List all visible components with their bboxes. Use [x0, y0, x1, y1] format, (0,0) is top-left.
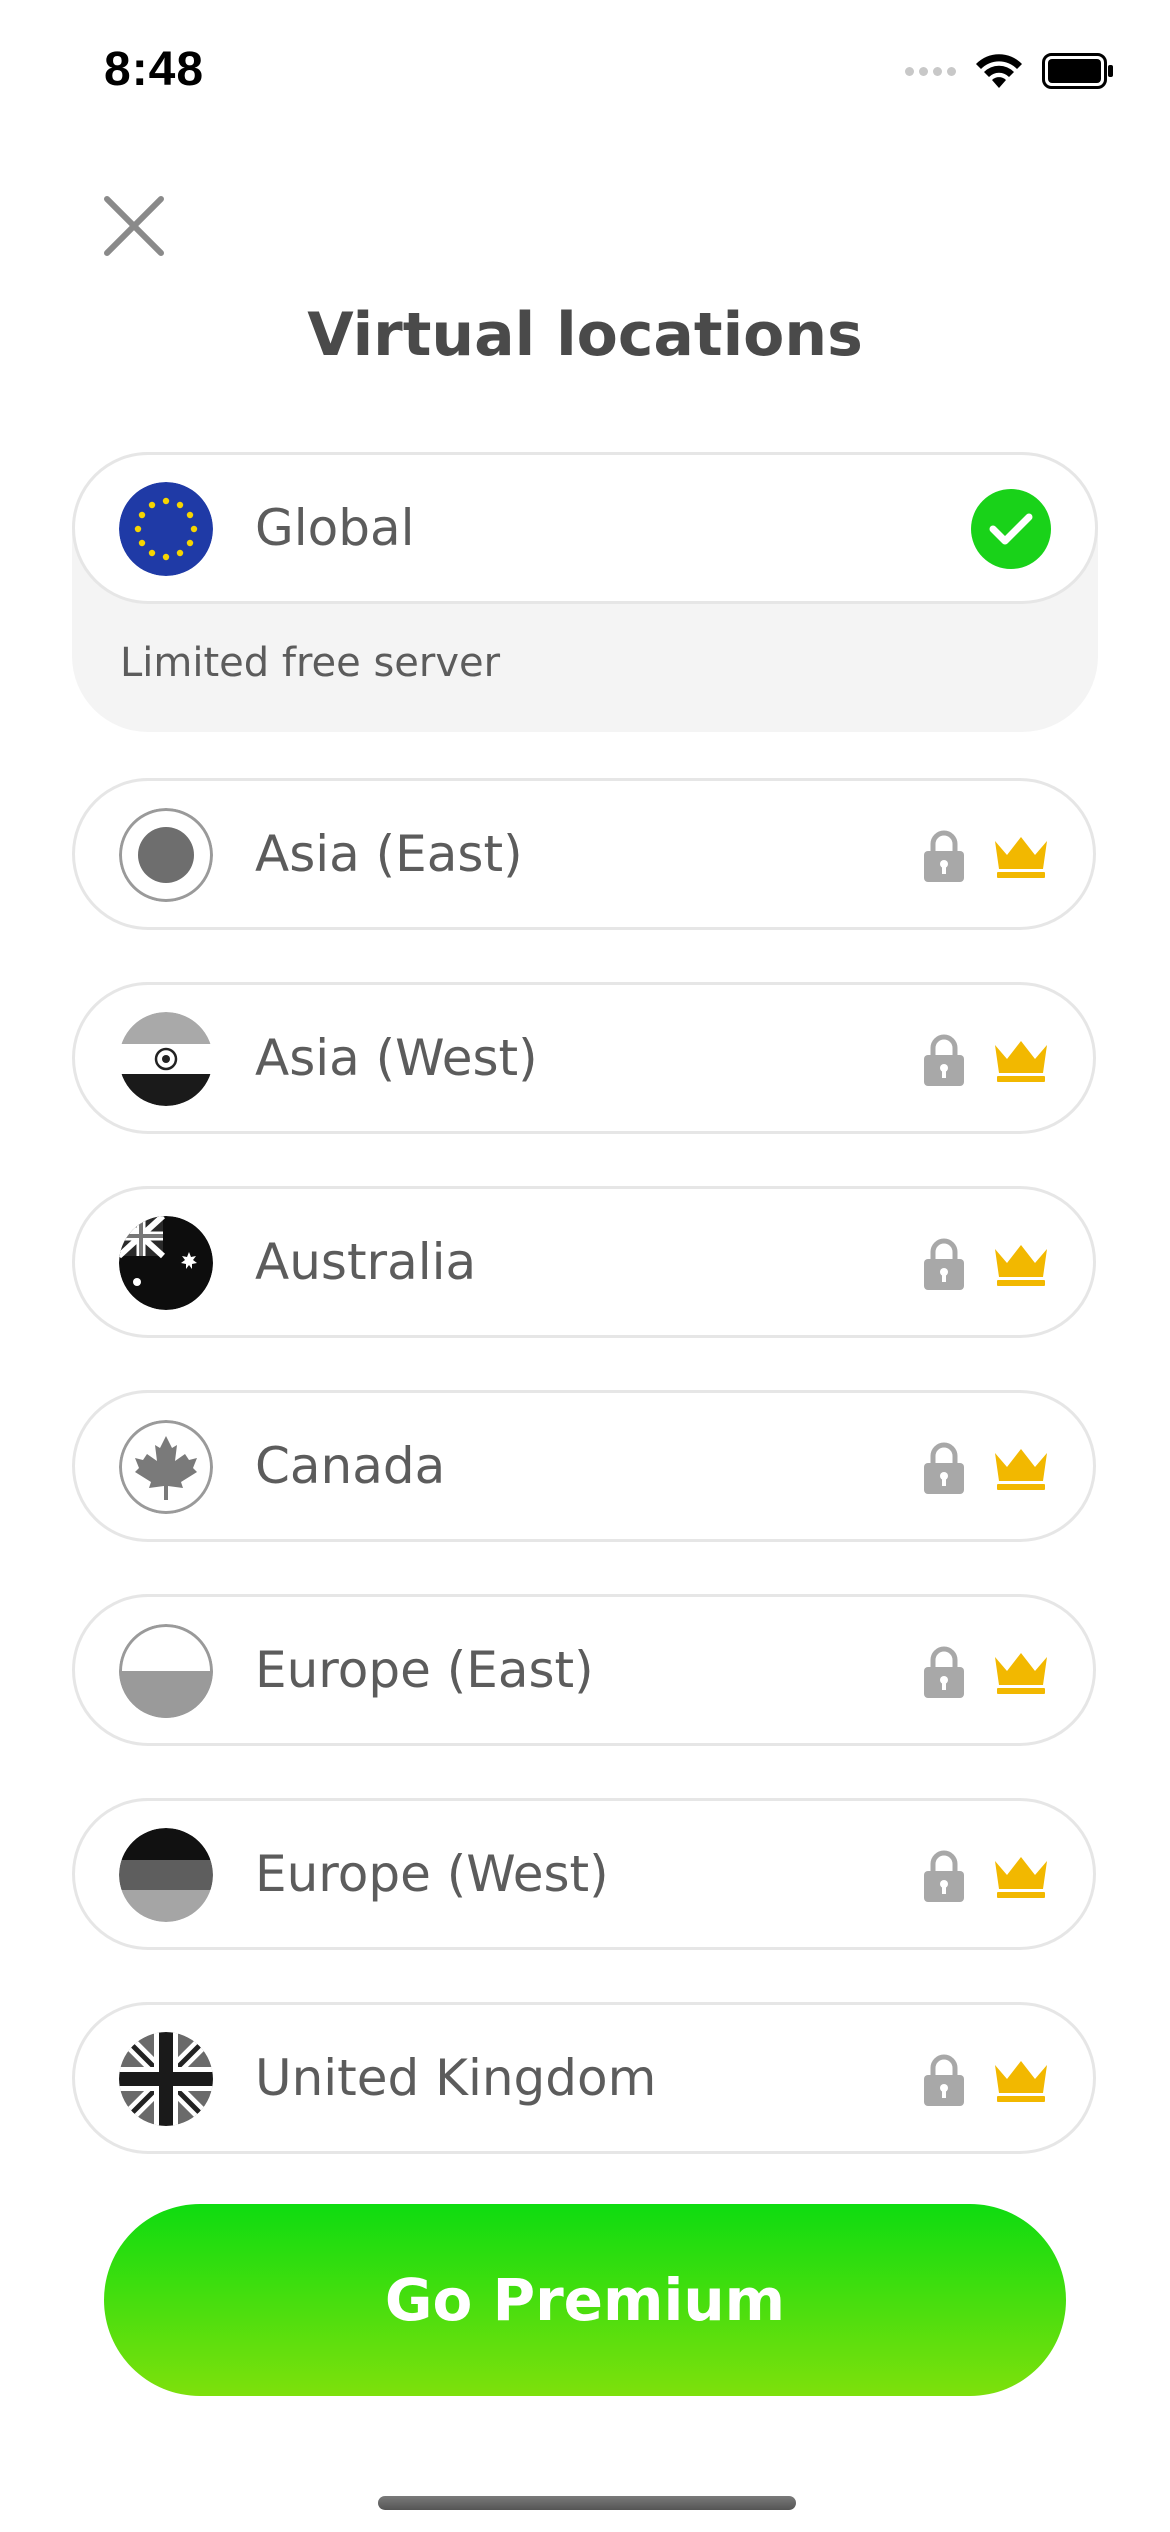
- lock-icon: [924, 1034, 964, 1086]
- location-label: Australia: [255, 1233, 477, 1291]
- location-row-europe-east[interactable]: Europe (East): [72, 1594, 1096, 1746]
- lock-icon: [924, 1238, 964, 1290]
- crown-icon: [995, 1653, 1047, 1694]
- status-icons: [905, 52, 1114, 90]
- location-row-asia-east[interactable]: Asia (East): [72, 778, 1096, 930]
- location-row-global[interactable]: Global: [72, 452, 1098, 604]
- status-bar: 8:48: [0, 0, 1170, 150]
- uk-flag-icon: [119, 2032, 213, 2126]
- cellular-signal-icon: [905, 66, 956, 76]
- location-label: Europe (East): [255, 1641, 594, 1699]
- page-title: Virtual locations: [307, 300, 863, 370]
- crown-icon: [995, 1449, 1047, 1490]
- wifi-icon: [976, 54, 1022, 88]
- eu-flag-icon: [119, 482, 213, 576]
- location-label: United Kingdom: [255, 2049, 657, 2107]
- crown-icon: [995, 2061, 1047, 2102]
- india-flag-icon: [119, 1012, 213, 1106]
- crown-icon: [995, 1245, 1047, 1286]
- location-label: Canada: [255, 1437, 446, 1495]
- lock-icon: [924, 1442, 964, 1494]
- lock-icon: [924, 1850, 964, 1902]
- lock-icon: [924, 1646, 964, 1698]
- home-indicator[interactable]: [378, 2496, 796, 2510]
- crown-icon: [995, 1041, 1047, 1082]
- close-icon: [104, 196, 164, 256]
- global-location-card: Global Limited free server: [72, 452, 1098, 732]
- location-row-asia-west[interactable]: Asia (West): [72, 982, 1096, 1134]
- location-label: Asia (West): [255, 1029, 538, 1087]
- japan-flag-icon: [119, 808, 213, 902]
- location-row-canada[interactable]: Canada: [72, 1390, 1096, 1542]
- location-label: Europe (West): [255, 1845, 609, 1903]
- lock-icon: [924, 830, 964, 882]
- location-label: Asia (East): [255, 825, 523, 883]
- germany-flag-icon: [119, 1828, 213, 1922]
- location-label: Global: [255, 499, 415, 557]
- location-row-united-kingdom[interactable]: United Kingdom: [72, 2002, 1096, 2154]
- poland-flag-icon: [119, 1624, 213, 1718]
- crown-icon: [995, 837, 1047, 878]
- close-button[interactable]: [96, 188, 172, 264]
- go-premium-button[interactable]: Go Premium: [104, 2204, 1066, 2396]
- australia-flag-icon: [119, 1216, 213, 1310]
- check-icon: [971, 489, 1051, 569]
- location-row-europe-west[interactable]: Europe (West): [72, 1798, 1096, 1950]
- lock-icon: [924, 2054, 964, 2106]
- battery-icon: [1042, 53, 1113, 89]
- global-subtitle: Limited free server: [120, 640, 501, 686]
- status-time: 8:48: [104, 43, 205, 96]
- location-row-australia[interactable]: Australia: [72, 1186, 1096, 1338]
- canada-flag-icon: [119, 1420, 213, 1514]
- crown-icon: [995, 1857, 1047, 1898]
